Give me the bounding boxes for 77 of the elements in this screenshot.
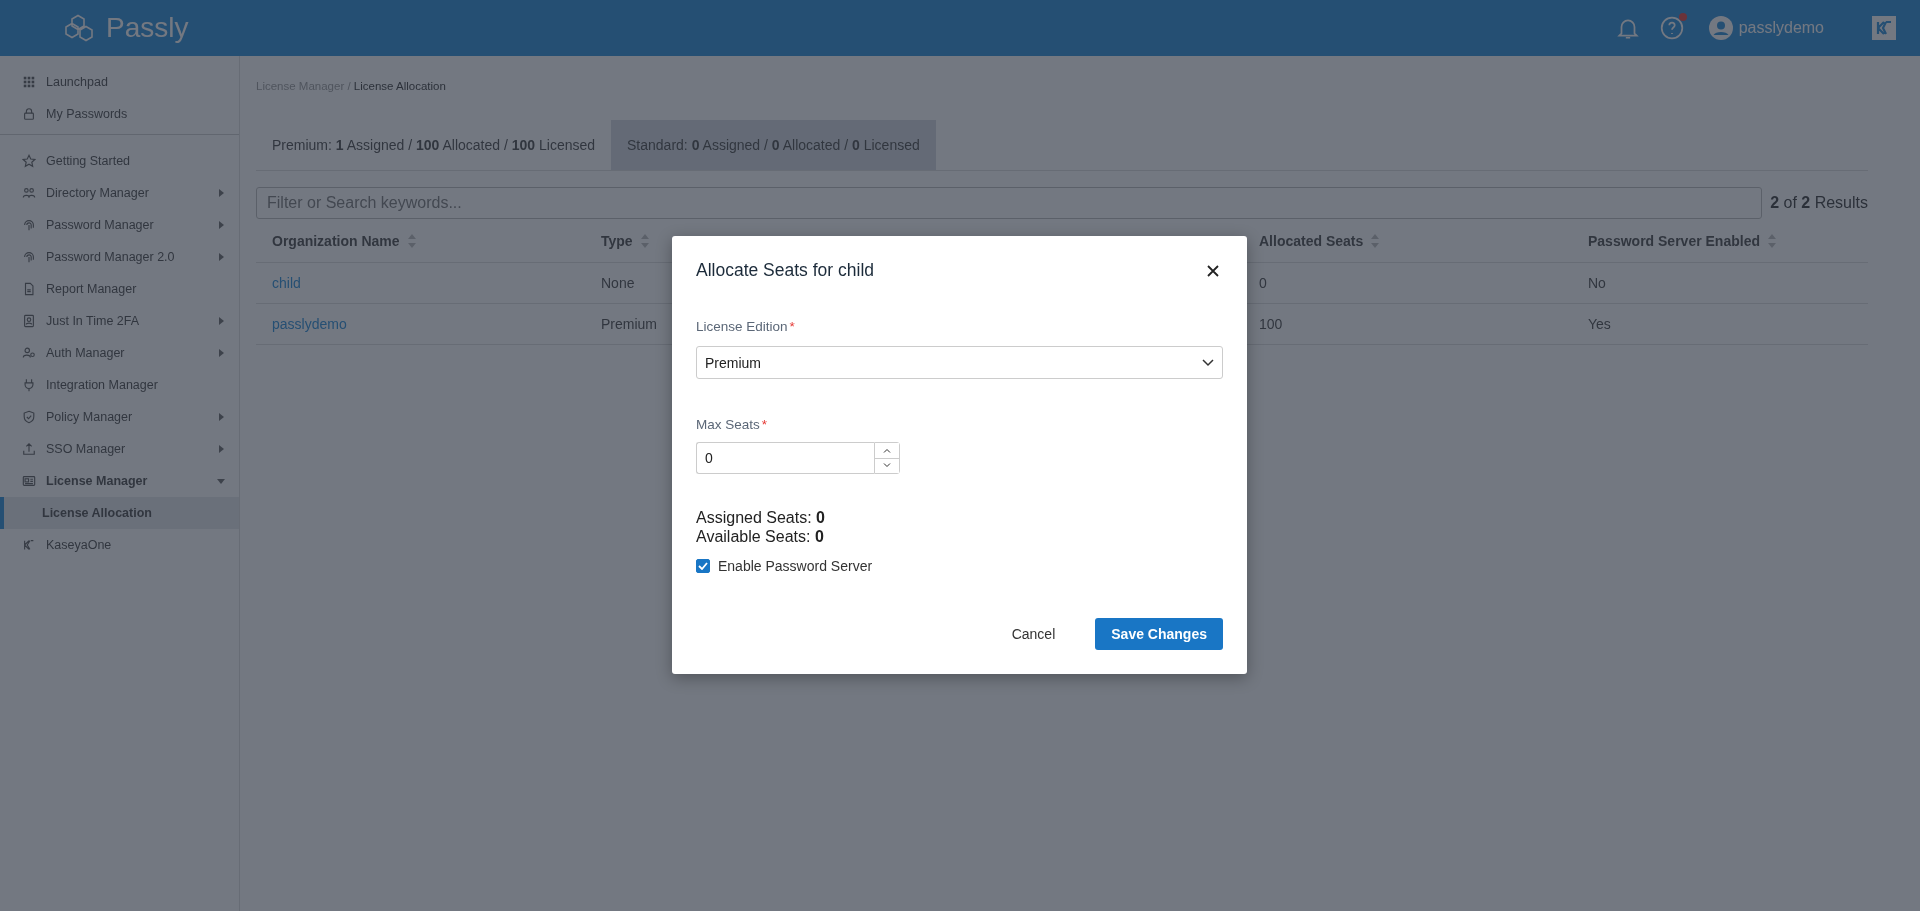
- decrement-icon[interactable]: [883, 463, 891, 469]
- cancel-button[interactable]: Cancel: [995, 618, 1072, 650]
- menu-item-icon: [22, 75, 36, 89]
- field-label: Max Seats: [696, 417, 760, 432]
- menu-item-icon: [22, 218, 36, 232]
- chevron-down-icon[interactable]: [1202, 358, 1214, 367]
- sidebar-item[interactable]: KaseyaOne: [0, 529, 239, 561]
- field-label: License Edition: [696, 319, 788, 334]
- user-name[interactable]: passlydemo: [1738, 19, 1824, 37]
- sidebar-item[interactable]: Launchpad: [0, 66, 239, 98]
- menu-item-icon: [22, 107, 36, 121]
- caret-icon: [217, 477, 225, 485]
- sidebar-item[interactable]: Just In Time 2FA: [0, 305, 239, 337]
- results-count: 2 of 2 Results: [1770, 194, 1868, 212]
- app-tile-icon[interactable]: [1872, 16, 1896, 40]
- required-icon: *: [789, 319, 795, 334]
- sidebar-item[interactable]: License Allocation: [0, 497, 239, 529]
- table-cell: 0: [1259, 274, 1267, 291]
- checkbox[interactable]: [696, 559, 710, 573]
- license-edition-select[interactable]: Premium: [696, 346, 1223, 379]
- table-cell: 100: [1259, 315, 1283, 332]
- caret-icon: [217, 317, 225, 325]
- caret-icon: [217, 445, 225, 453]
- menu-item-icon: [22, 538, 36, 552]
- menu-item-icon: [22, 442, 36, 456]
- breadcrumb-separator: /: [346, 80, 352, 92]
- menu-item-icon: [22, 378, 36, 392]
- table-cell: Premium: [601, 315, 657, 332]
- sort-icon[interactable]: [1767, 234, 1776, 249]
- column-header[interactable]: Organization Name: [272, 233, 400, 250]
- available-seats-text: Available Seats: 0: [696, 527, 825, 546]
- menu-item-icon: [22, 410, 36, 424]
- caret-icon: [217, 349, 225, 357]
- menu-item-icon: [22, 250, 36, 264]
- column-header[interactable]: Type: [601, 233, 633, 250]
- logo-text: Passly: [106, 12, 189, 44]
- sidebar-item[interactable]: Policy Manager: [0, 401, 239, 433]
- save-button[interactable]: Save Changes: [1095, 618, 1223, 650]
- menu-item-icon: [22, 474, 36, 488]
- sidebar-item[interactable]: SSO Manager: [0, 433, 239, 465]
- caret-icon: [217, 413, 225, 421]
- avatar-icon[interactable]: [1708, 16, 1733, 40]
- organization-link[interactable]: child: [272, 274, 301, 291]
- checkbox-label[interactable]: Enable Password Server: [718, 558, 873, 574]
- menu-item-icon: [22, 154, 36, 168]
- breadcrumb-item: License Allocation: [353, 80, 446, 92]
- column-header[interactable]: Password Server Enabled: [1588, 233, 1760, 250]
- column-header[interactable]: Allocated Seats: [1259, 233, 1364, 250]
- table-cell: No: [1588, 274, 1606, 291]
- menu-item-icon: [22, 186, 36, 200]
- sidebar-item[interactable]: Password Manager: [0, 209, 239, 241]
- caret-icon: [217, 253, 225, 261]
- required-icon: *: [761, 417, 768, 432]
- table-cell: Yes: [1588, 315, 1611, 332]
- caret-icon: [217, 189, 225, 197]
- menu-item-icon: [22, 314, 36, 328]
- assigned-seats-text: Assigned Seats: 0: [696, 508, 826, 527]
- sort-icon[interactable]: [640, 234, 649, 249]
- caret-icon: [217, 221, 225, 229]
- sidebar-item[interactable]: My Passwords: [0, 98, 239, 130]
- menu-item-icon: [22, 346, 36, 360]
- increment-icon[interactable]: [883, 447, 891, 453]
- sidebar-item[interactable]: Integration Manager: [0, 369, 239, 401]
- sort-icon[interactable]: [1371, 234, 1380, 249]
- dialog-title: Allocate Seats for child: [696, 260, 874, 281]
- max-seats-field[interactable]: 0: [696, 442, 874, 474]
- organization-link[interactable]: passlydemo: [272, 315, 347, 332]
- sidebar-item[interactable]: Auth Manager: [0, 337, 239, 369]
- sidebar-item[interactable]: Directory Manager: [0, 177, 239, 209]
- sort-icon[interactable]: [407, 234, 416, 249]
- help-icon[interactable]: [1658, 15, 1685, 41]
- sidebar-item[interactable]: Report Manager: [0, 273, 239, 305]
- sidebar-item[interactable]: Getting Started: [0, 145, 239, 177]
- sidebar-item[interactable]: License Manager: [0, 465, 239, 497]
- menu-item-icon: [22, 282, 36, 296]
- sidebar-item[interactable]: Password Manager 2.0: [0, 241, 239, 273]
- table-cell: None: [601, 274, 635, 291]
